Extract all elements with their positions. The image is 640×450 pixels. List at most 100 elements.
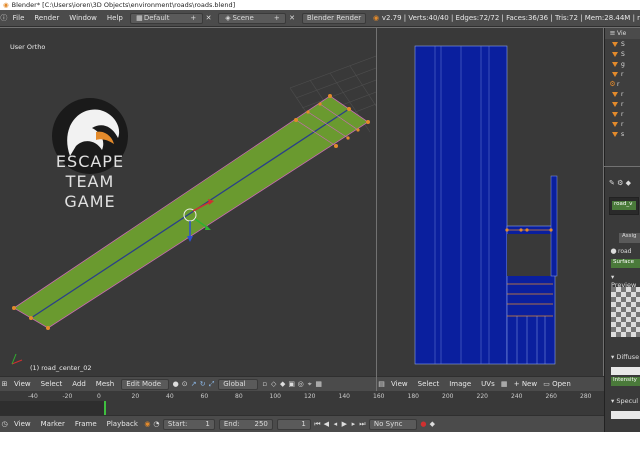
render-preview-icon[interactable]: ▦ xyxy=(314,380,323,389)
outliner-header[interactable]: ≡ Vie xyxy=(605,28,640,39)
record-icon[interactable]: ● xyxy=(419,420,428,429)
uv-menu-uvs[interactable]: UVs xyxy=(476,380,500,388)
next-key-icon[interactable]: ▸ xyxy=(349,420,358,429)
uv-canvas[interactable] xyxy=(377,28,603,376)
rotate-manipulator-icon[interactable]: ↻ xyxy=(198,380,207,389)
outliner-row[interactable]: r xyxy=(605,109,640,119)
play-icon[interactable]: ▶ xyxy=(340,420,349,429)
properties-editor[interactable]: ✎ ⚙ ◆ road_v Assig ●road Surface ▾ Previ… xyxy=(604,167,640,432)
outliner-row[interactable]: s xyxy=(605,129,640,139)
properties-tab-icons[interactable]: ✎ ⚙ ◆ xyxy=(609,179,631,187)
menu-file[interactable]: File xyxy=(8,14,30,22)
3d-viewport[interactable]: ESCAPE TEAM GAME User Ortho (1) road_cen… xyxy=(0,28,376,376)
end-frame-field[interactable]: End: 250 xyxy=(218,418,273,430)
keyframe-icon[interactable]: ◆ xyxy=(428,420,437,429)
info-editor-icon[interactable]: ⓘ xyxy=(0,14,8,23)
diffuse-panel-header[interactable]: ▾ Diffuse xyxy=(611,353,639,361)
timeline[interactable]: -40 -20 0 20 40 60 80 100 120 140 160 180 200 220 240 2… xyxy=(0,391,604,415)
outliner-editor-icon[interactable]: ≡ xyxy=(608,29,617,38)
face-select-icon[interactable]: ◆ xyxy=(278,380,287,389)
3d-menu-add[interactable]: Add xyxy=(67,380,91,388)
preview-range-icon[interactable]: ◔ xyxy=(152,420,161,429)
outliner-row[interactable]: g xyxy=(605,59,640,69)
outliner[interactable]: ≡ Vie S Sg r ⚙ r r r r r s xyxy=(604,28,640,166)
add-scene-icon[interactable]: + xyxy=(272,14,281,23)
specular-color-field[interactable] xyxy=(611,411,640,419)
uv-editor-icon[interactable]: ▤ xyxy=(377,380,386,389)
material-name[interactable]: road xyxy=(618,248,632,255)
close-scene-icon[interactable]: ✕ xyxy=(288,14,296,23)
mesh-object-icon xyxy=(612,51,618,57)
tl-menu-frame[interactable]: Frame xyxy=(70,420,102,428)
outliner-row-label: s xyxy=(621,130,625,138)
menu-help[interactable]: Help xyxy=(102,14,128,22)
tl-menu-view[interactable]: View xyxy=(9,420,36,428)
outliner-row-label: r xyxy=(621,90,624,98)
outliner-row[interactable]: ⚙ r xyxy=(605,79,640,89)
jump-start-icon[interactable]: ⏮ xyxy=(313,420,322,429)
scale-manipulator-icon[interactable]: ⤢ xyxy=(207,380,216,389)
uv-image-editor[interactable] xyxy=(377,28,603,376)
orientation-selector[interactable]: Global xyxy=(218,378,259,390)
timeline-editor-icon[interactable]: ◷ xyxy=(0,420,9,429)
3d-view-editor-icon[interactable]: ⊞ xyxy=(0,380,9,389)
menu-window[interactable]: Window xyxy=(64,14,102,22)
new-image-button[interactable]: + New xyxy=(509,380,542,388)
diffuse-intensity-field[interactable]: Intensity xyxy=(611,377,640,386)
start-frame-field[interactable]: Start: 1 xyxy=(162,418,215,430)
uv-island-strip[interactable] xyxy=(550,175,558,277)
3d-menu-mesh[interactable]: Mesh xyxy=(91,380,119,388)
render-engine-selector[interactable]: Blender Render xyxy=(301,12,367,24)
uv-menu-image[interactable]: Image xyxy=(444,380,476,388)
material-slot-item[interactable]: road_v xyxy=(612,201,636,210)
proportional-edit-icon[interactable]: ◎ xyxy=(296,380,305,389)
keying-icon[interactable]: ◉ xyxy=(143,420,152,429)
viewport-shading-icon[interactable]: ● xyxy=(171,380,180,389)
scene-selector[interactable]: ◈ Scene + xyxy=(218,12,287,24)
vertex-select-icon[interactable]: ▫ xyxy=(260,380,269,389)
add-layout-icon[interactable]: + xyxy=(189,14,198,23)
mode-selector[interactable]: Edit Mode xyxy=(121,378,170,390)
outliner-row[interactable]: S xyxy=(605,39,640,49)
outliner-row-label: r xyxy=(621,70,624,78)
snap-icon[interactable]: ⌖ xyxy=(305,380,314,389)
outliner-row[interactable]: r xyxy=(605,119,640,129)
open-folder-icon[interactable]: ▭ xyxy=(542,380,551,389)
active-object-label: (1) road_center_02 xyxy=(30,364,92,372)
layout-selector[interactable]: ▦ Default + xyxy=(129,12,203,24)
play-reverse-icon[interactable]: ◂ xyxy=(331,420,340,429)
current-frame-field[interactable]: 1 xyxy=(276,418,311,430)
jump-end-icon[interactable]: ⏭ xyxy=(358,420,367,429)
3d-menu-view[interactable]: View xyxy=(9,380,36,388)
open-image-button[interactable]: Open xyxy=(551,380,576,388)
outliner-row[interactable]: r xyxy=(605,89,640,99)
specular-label: Specul xyxy=(616,397,639,405)
image-browse-icon[interactable]: ▦ xyxy=(500,380,509,389)
sync-selector[interactable]: No Sync xyxy=(368,418,417,430)
timeline-preroll-region xyxy=(0,401,104,415)
uv-menu-view[interactable]: View xyxy=(386,380,413,388)
tl-menu-marker[interactable]: Marker xyxy=(36,420,70,428)
diffuse-color-field[interactable] xyxy=(611,367,640,375)
outliner-row[interactable]: r xyxy=(605,99,640,109)
outliner-view-menu[interactable]: Vie xyxy=(617,30,626,37)
assign-button[interactable]: Assig xyxy=(619,233,640,243)
specular-panel-header[interactable]: ▾ Specul xyxy=(611,397,638,405)
manipulator-icon[interactable]: ↗ xyxy=(189,380,198,389)
tl-menu-playback[interactable]: Playback xyxy=(102,420,143,428)
pivot-point-icon[interactable]: ⊙ xyxy=(180,380,189,389)
current-frame-marker[interactable] xyxy=(104,401,106,415)
edge-select-icon[interactable]: ◇ xyxy=(269,380,278,389)
prev-key-icon[interactable]: ◀ xyxy=(322,420,331,429)
material-slot-list[interactable]: road_v xyxy=(609,197,639,215)
3d-menu-select[interactable]: Select xyxy=(36,380,68,388)
uv-menu-select[interactable]: Select xyxy=(413,380,445,388)
menu-render[interactable]: Render xyxy=(29,14,64,22)
timeline-tick-label: 40 xyxy=(166,393,174,400)
diffuse-label: Diffuse xyxy=(616,353,640,361)
outliner-row[interactable]: S xyxy=(605,49,640,59)
close-layout-icon[interactable]: ✕ xyxy=(205,14,213,23)
surface-tab[interactable]: Surface xyxy=(611,259,640,268)
outliner-row[interactable]: r xyxy=(605,69,640,79)
occlude-geometry-icon[interactable]: ▣ xyxy=(287,380,296,389)
